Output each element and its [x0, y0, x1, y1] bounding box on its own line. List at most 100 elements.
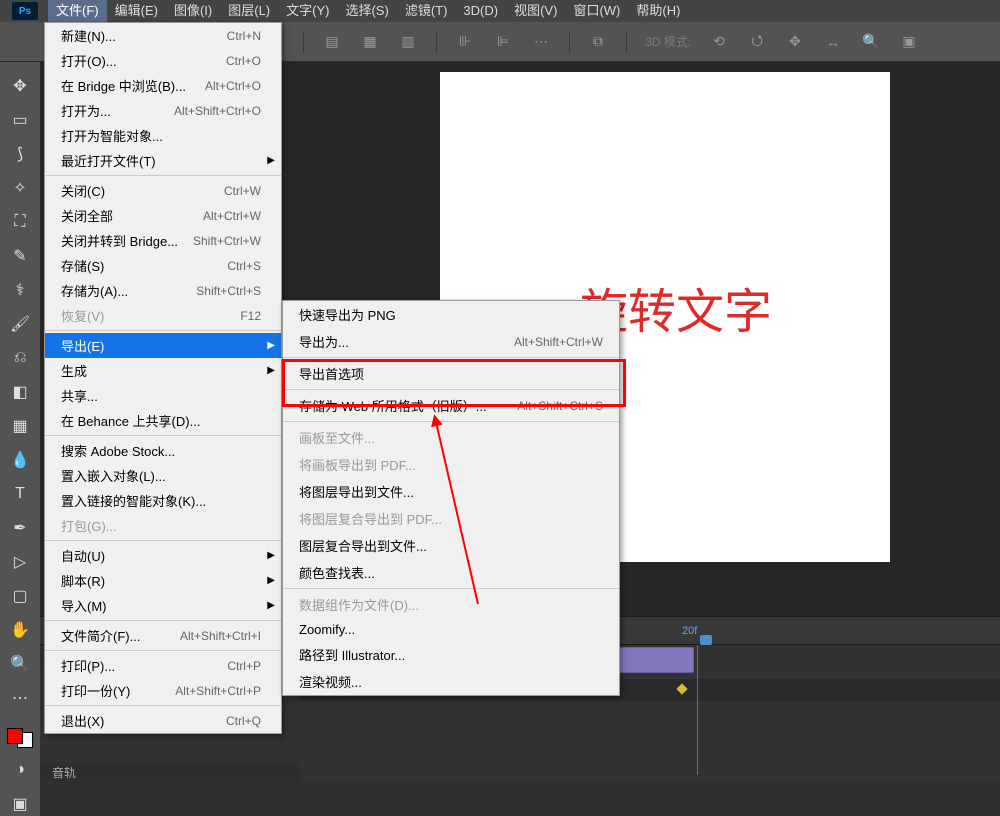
file-share[interactable]: 共享...	[45, 383, 281, 408]
crop-tool-icon[interactable]: ⛶	[8, 210, 32, 234]
menu-type[interactable]: 文字(Y)	[278, 0, 337, 22]
move-tool-icon[interactable]: ✥	[8, 74, 32, 98]
file-new[interactable]: 新建(N)...Ctrl+N	[45, 23, 281, 48]
separator	[283, 389, 619, 390]
file-revert: 恢复(V)F12	[45, 303, 281, 328]
file-automate[interactable]: 自动(U)▶	[45, 543, 281, 568]
file-place-embedded[interactable]: 置入嵌入对象(L)...	[45, 463, 281, 488]
align-top-icon[interactable]: ▤	[322, 32, 342, 52]
playhead-line[interactable]	[697, 645, 698, 775]
overlap-icon[interactable]: ⧉	[588, 32, 608, 52]
export-color-lookup[interactable]: 颜色查找表...	[283, 559, 619, 586]
menu-file[interactable]: 文件(F)	[48, 0, 107, 22]
eraser-tool-icon[interactable]: ◧	[8, 380, 32, 404]
file-save-as[interactable]: 存储为(A)...Shift+Ctrl+S	[45, 278, 281, 303]
mode-3d-label: 3D 模式:	[645, 33, 691, 50]
file-scripts[interactable]: 脚本(R)▶	[45, 568, 281, 593]
file-close-all[interactable]: 关闭全部Alt+Ctrl+W	[45, 203, 281, 228]
submenu-arrow-icon: ▶	[267, 365, 275, 376]
pen-tool-icon[interactable]: ✒	[8, 516, 32, 540]
file-browse-bridge[interactable]: 在 Bridge 中浏览(B)...Alt+Ctrl+O	[45, 73, 281, 98]
export-save-for-web[interactable]: 存储为 Web 所用格式（旧版）...Alt+Shift+Ctrl+S	[283, 392, 619, 419]
file-close-bridge[interactable]: 关闭并转到 Bridge...Shift+Ctrl+W	[45, 228, 281, 253]
export-artboards-files: 画板至文件...	[283, 424, 619, 451]
brush-tool-icon[interactable]: 🖌	[8, 312, 32, 336]
fg-color-swatch[interactable]	[7, 728, 23, 744]
menu-select[interactable]: 选择(S)	[337, 0, 396, 22]
file-close[interactable]: 关闭(C)Ctrl+W	[45, 178, 281, 203]
file-place-linked[interactable]: 置入链接的智能对象(K)...	[45, 488, 281, 513]
export-zoomify[interactable]: Zoomify...	[283, 618, 619, 641]
export-as[interactable]: 导出为...Alt+Shift+Ctrl+W	[283, 328, 619, 355]
type-tool-icon[interactable]: T	[8, 482, 32, 506]
orbit-icon[interactable]: ⟲	[709, 32, 729, 52]
file-exit[interactable]: 退出(X)Ctrl+Q	[45, 708, 281, 733]
menu-layer[interactable]: 图层(L)	[220, 0, 278, 22]
shape-tool-icon[interactable]: ▢	[8, 584, 32, 608]
quick-mask-icon[interactable]: ◑	[8, 758, 32, 782]
pan-icon[interactable]: ✥	[785, 32, 805, 52]
export-preferences[interactable]: 导出首选项	[283, 360, 619, 387]
menu-window[interactable]: 窗口(W)	[565, 0, 628, 22]
more-icon[interactable]: ⋯	[531, 32, 551, 52]
file-import[interactable]: 导入(M)▶	[45, 593, 281, 618]
menu-image[interactable]: 图像(I)	[166, 0, 220, 22]
marquee-tool-icon[interactable]: ▭	[8, 108, 32, 132]
zoom-tool-icon[interactable]: 🔍	[8, 652, 32, 676]
align-bottom-icon[interactable]: ▥	[398, 32, 418, 52]
slide-icon[interactable]: ↔	[823, 32, 843, 52]
file-open-smart[interactable]: 打开为智能对象...	[45, 123, 281, 148]
file-package: 打包(G)...	[45, 513, 281, 538]
export-layers-files[interactable]: 将图层导出到文件...	[283, 478, 619, 505]
camera-icon[interactable]: ▣	[899, 32, 919, 52]
export-layer-comps-files[interactable]: 图层复合导出到文件...	[283, 532, 619, 559]
export-submenu: 快速导出为 PNG 导出为...Alt+Shift+Ctrl+W 导出首选项 存…	[282, 300, 620, 696]
align-middle-icon[interactable]: ▦	[360, 32, 380, 52]
file-print-one[interactable]: 打印一份(Y)Alt+Shift+Ctrl+P	[45, 678, 281, 703]
file-generate[interactable]: 生成▶	[45, 358, 281, 383]
blur-tool-icon[interactable]: 💧	[8, 448, 32, 472]
menu-filter[interactable]: 滤镜(T)	[397, 0, 456, 22]
audio-track-row[interactable]: 音轨 🔈 ♪ ▾	[40, 762, 300, 782]
hand-tool-icon[interactable]: ✋	[8, 618, 32, 642]
separator	[45, 435, 281, 436]
submenu-arrow-icon: ▶	[267, 550, 275, 561]
file-behance[interactable]: 在 Behance 上共享(D)...	[45, 408, 281, 433]
file-open-as[interactable]: 打开为...Alt+Shift+Ctrl+O	[45, 98, 281, 123]
file-export[interactable]: 导出(E)▶	[45, 333, 281, 358]
file-open[interactable]: 打开(O)...Ctrl+O	[45, 48, 281, 73]
file-search-stock[interactable]: 搜索 Adobe Stock...	[45, 438, 281, 463]
export-layer-comps-pdf: 将图层复合导出到 PDF...	[283, 505, 619, 532]
roll-icon[interactable]: ⭯	[747, 32, 767, 52]
separator	[45, 540, 281, 541]
file-save[interactable]: 存储(S)Ctrl+S	[45, 253, 281, 278]
submenu-arrow-icon: ▶	[267, 340, 275, 351]
color-swatch[interactable]	[7, 728, 33, 748]
playhead-marker-icon[interactable]	[700, 635, 712, 645]
export-quick-png[interactable]: 快速导出为 PNG	[283, 301, 619, 328]
menu-3d[interactable]: 3D(D)	[455, 0, 506, 22]
distribute-h-icon[interactable]: ⊪	[455, 32, 475, 52]
zoom-3d-icon[interactable]: 🔍	[861, 32, 881, 52]
tools-panel: ✥ ▭ ⟆ ✧ ⛶ ✎ ⚕ 🖌 ⎌ ◧ ▦ 💧 T ✒ ▷ ▢ ✋ 🔍 ⋯ ◑ …	[0, 62, 40, 816]
path-tool-icon[interactable]: ▷	[8, 550, 32, 574]
screen-mode-icon[interactable]: ▣	[8, 792, 32, 816]
file-print[interactable]: 打印(P)...Ctrl+P	[45, 653, 281, 678]
separator	[283, 357, 619, 358]
clone-tool-icon[interactable]: ⎌	[8, 346, 32, 370]
export-paths-illustrator[interactable]: 路径到 Illustrator...	[283, 641, 619, 668]
menu-view[interactable]: 视图(V)	[506, 0, 565, 22]
file-info[interactable]: 文件简介(F)...Alt+Shift+Ctrl+I	[45, 623, 281, 648]
distribute-v-icon[interactable]: ⊫	[493, 32, 513, 52]
separator	[436, 31, 437, 53]
menu-help[interactable]: 帮助(H)	[628, 0, 688, 22]
healing-tool-icon[interactable]: ⚕	[8, 278, 32, 302]
more-tools-icon[interactable]: ⋯	[8, 686, 32, 710]
export-render-video[interactable]: 渲染视频...	[283, 668, 619, 695]
file-recent[interactable]: 最近打开文件(T)▶	[45, 148, 281, 173]
eyedropper-tool-icon[interactable]: ✎	[8, 244, 32, 268]
lasso-tool-icon[interactable]: ⟆	[8, 142, 32, 166]
menu-edit[interactable]: 编辑(E)	[107, 0, 166, 22]
gradient-tool-icon[interactable]: ▦	[8, 414, 32, 438]
magic-wand-tool-icon[interactable]: ✧	[8, 176, 32, 200]
